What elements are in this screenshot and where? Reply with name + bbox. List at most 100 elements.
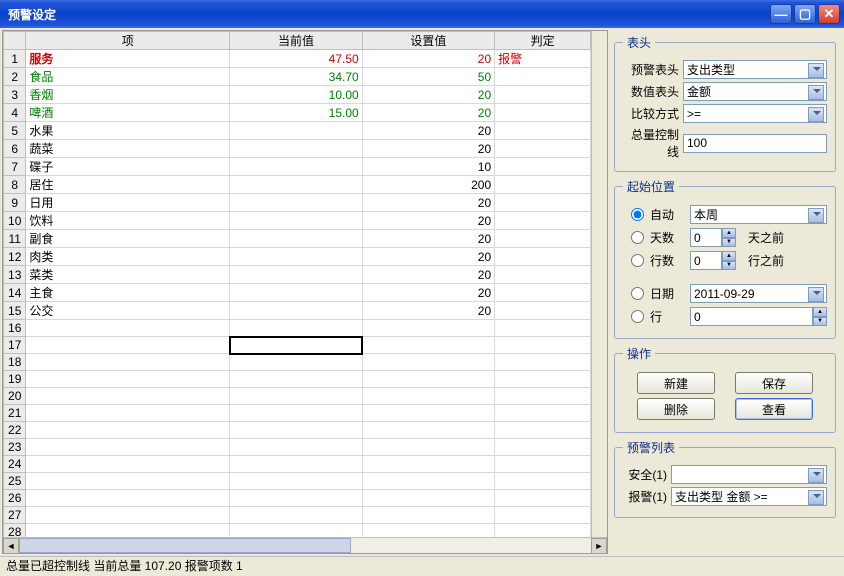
spin-down-icon[interactable]: ▼ — [813, 317, 827, 327]
cell-item[interactable]: 水果 — [26, 122, 230, 140]
cell-setval[interactable] — [362, 524, 494, 538]
cell-item[interactable]: 啤酒 — [26, 104, 230, 122]
spin-up-icon[interactable]: ▲ — [722, 251, 736, 261]
cell-current[interactable] — [230, 439, 362, 456]
row-number[interactable]: 6 — [4, 140, 26, 158]
row-number[interactable]: 18 — [4, 354, 26, 371]
cell-setval[interactable] — [362, 456, 494, 473]
new-button[interactable]: 新建 — [637, 372, 715, 394]
input-total-line[interactable]: 100 — [683, 134, 827, 153]
cell-item[interactable]: 食品 — [26, 68, 230, 86]
row-number[interactable]: 7 — [4, 158, 26, 176]
cell-current[interactable] — [230, 490, 362, 507]
cell-current[interactable] — [230, 158, 362, 176]
cell-judge[interactable] — [495, 122, 591, 140]
cell-current[interactable] — [230, 194, 362, 212]
cell-item[interactable] — [26, 524, 230, 538]
spin-rows[interactable]: 0 ▲▼ — [690, 251, 738, 270]
cell-item[interactable] — [26, 320, 230, 337]
cell-item[interactable] — [26, 354, 230, 371]
cell-item[interactable]: 菜类 — [26, 266, 230, 284]
scroll-thumb[interactable] — [19, 538, 351, 553]
cell-item[interactable] — [26, 507, 230, 524]
cell-item[interactable] — [26, 371, 230, 388]
select-alert-header[interactable]: 支出类型 — [683, 60, 827, 79]
cell-setval[interactable]: 20 — [362, 50, 494, 68]
spin-days[interactable]: 0 ▲▼ — [690, 228, 738, 247]
cell-setval[interactable]: 20 — [362, 266, 494, 284]
cell-current[interactable] — [230, 284, 362, 302]
row-number[interactable]: 23 — [4, 439, 26, 456]
row-number[interactable]: 20 — [4, 388, 26, 405]
cell-setval[interactable]: 20 — [362, 122, 494, 140]
cell-setval[interactable]: 20 — [362, 86, 494, 104]
cell-judge[interactable] — [495, 68, 591, 86]
cell-judge[interactable] — [495, 140, 591, 158]
cell-item[interactable] — [26, 490, 230, 507]
col-header-setval[interactable]: 设置值 — [362, 32, 494, 50]
close-button[interactable]: ✕ — [818, 4, 840, 24]
cell-judge[interactable] — [495, 104, 591, 122]
cell-item[interactable]: 服务 — [26, 50, 230, 68]
col-header-judge[interactable]: 判定 — [495, 32, 591, 50]
row-number[interactable]: 2 — [4, 68, 26, 86]
cell-judge[interactable] — [495, 405, 591, 422]
row-number[interactable]: 3 — [4, 86, 26, 104]
cell-judge[interactable] — [495, 158, 591, 176]
row-number[interactable]: 22 — [4, 422, 26, 439]
cell-current[interactable] — [230, 320, 362, 337]
cell-setval[interactable] — [362, 490, 494, 507]
cell-judge[interactable] — [495, 507, 591, 524]
cell-current[interactable] — [230, 230, 362, 248]
row-number[interactable]: 12 — [4, 248, 26, 266]
select-compare[interactable]: >= — [683, 104, 827, 123]
row-number[interactable]: 15 — [4, 302, 26, 320]
cell-judge[interactable] — [495, 473, 591, 490]
delete-button[interactable]: 删除 — [637, 398, 715, 420]
row-number[interactable]: 26 — [4, 490, 26, 507]
cell-setval[interactable]: 50 — [362, 68, 494, 86]
radio-rows[interactable] — [631, 254, 644, 267]
spin-up-icon[interactable]: ▲ — [722, 228, 736, 238]
spin-down-icon[interactable]: ▼ — [722, 261, 736, 271]
select-date[interactable]: 2011-09-29 — [690, 284, 827, 303]
spin-row[interactable]: 0 ▲▼ — [690, 307, 827, 326]
spin-down-icon[interactable]: ▼ — [722, 238, 736, 248]
cell-current[interactable]: 47.50 — [230, 50, 362, 68]
cell-setval[interactable]: 200 — [362, 176, 494, 194]
select-safe[interactable] — [671, 465, 827, 484]
cell-judge[interactable]: 报警 — [495, 50, 591, 68]
cell-setval[interactable]: 20 — [362, 140, 494, 158]
cell-item[interactable]: 主食 — [26, 284, 230, 302]
cell-judge[interactable] — [495, 86, 591, 104]
cell-judge[interactable] — [495, 248, 591, 266]
cell-setval[interactable]: 20 — [362, 194, 494, 212]
row-number[interactable]: 17 — [4, 337, 26, 354]
cell-setval[interactable] — [362, 473, 494, 490]
row-number[interactable]: 5 — [4, 122, 26, 140]
row-number[interactable]: 28 — [4, 524, 26, 538]
cell-item[interactable]: 肉类 — [26, 248, 230, 266]
cell-judge[interactable] — [495, 337, 591, 354]
row-number[interactable]: 14 — [4, 284, 26, 302]
cell-item[interactable] — [26, 422, 230, 439]
cell-item[interactable]: 公交 — [26, 302, 230, 320]
cell-current[interactable] — [230, 337, 362, 354]
select-value-header[interactable]: 金额 — [683, 82, 827, 101]
cell-judge[interactable] — [495, 284, 591, 302]
col-header-rownum[interactable] — [4, 32, 26, 50]
cell-setval[interactable]: 20 — [362, 212, 494, 230]
cell-current[interactable] — [230, 422, 362, 439]
cell-setval[interactable] — [362, 405, 494, 422]
radio-date[interactable] — [631, 287, 644, 300]
row-number[interactable]: 8 — [4, 176, 26, 194]
cell-item[interactable]: 副食 — [26, 230, 230, 248]
cell-current[interactable] — [230, 354, 362, 371]
cell-item[interactable]: 饮料 — [26, 212, 230, 230]
cell-setval[interactable] — [362, 354, 494, 371]
row-number[interactable]: 24 — [4, 456, 26, 473]
row-number[interactable]: 10 — [4, 212, 26, 230]
cell-judge[interactable] — [495, 524, 591, 538]
cell-current[interactable] — [230, 456, 362, 473]
cell-current[interactable] — [230, 405, 362, 422]
